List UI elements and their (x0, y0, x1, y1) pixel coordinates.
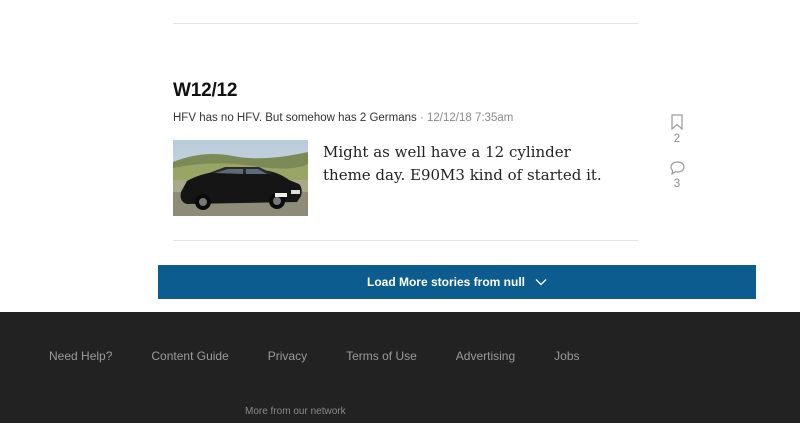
story-divider-bottom (173, 240, 638, 241)
story-timestamp[interactable]: 12/12/18 7:35am (427, 112, 513, 124)
black-sedan-photo (173, 140, 308, 216)
footer-link-content-guide[interactable]: Content Guide (151, 349, 228, 363)
footer-link-terms-of-use[interactable]: Terms of Use (346, 349, 417, 363)
site-footer: Need Help? Content Guide Privacy Terms o… (0, 312, 800, 423)
footer-link-privacy[interactable]: Privacy (268, 349, 307, 363)
story-excerpt[interactable]: Might as well have a 12 cylinder theme d… (323, 141, 623, 187)
footer-link-advertising[interactable]: Advertising (456, 349, 515, 363)
network-heading: More from our network (245, 406, 346, 417)
story-title[interactable]: W12/12 (173, 80, 237, 102)
footer-links: Need Help? Content Guide Privacy Terms o… (49, 349, 619, 363)
comments-count: 3 (673, 178, 681, 190)
chevron-down-icon (535, 279, 547, 286)
footer-link-need-help[interactable]: Need Help? (49, 349, 112, 363)
comment-bubble-icon (669, 161, 685, 175)
story-byline: HFV has no HFV. But somehow has 2 German… (173, 112, 513, 124)
story-divider-top (173, 23, 638, 24)
byline-separator: · (419, 112, 424, 124)
story-thumbnail[interactable] (173, 140, 308, 216)
story-actions: 2 3 (666, 114, 688, 190)
bookmark-button[interactable]: 2 (666, 114, 688, 145)
comments-button[interactable]: 3 (666, 161, 688, 190)
bookmark-icon (671, 114, 683, 130)
load-more-label: Load More stories from null (366, 275, 525, 289)
load-more-button[interactable]: Load More stories from null (158, 265, 756, 299)
author-link[interactable]: HFV has no HFV. But somehow has 2 German… (173, 112, 417, 124)
bookmark-count: 2 (673, 133, 681, 145)
page: W12/12 HFV has no HFV. But somehow has 2… (0, 0, 800, 423)
footer-link-jobs[interactable]: Jobs (554, 349, 579, 363)
